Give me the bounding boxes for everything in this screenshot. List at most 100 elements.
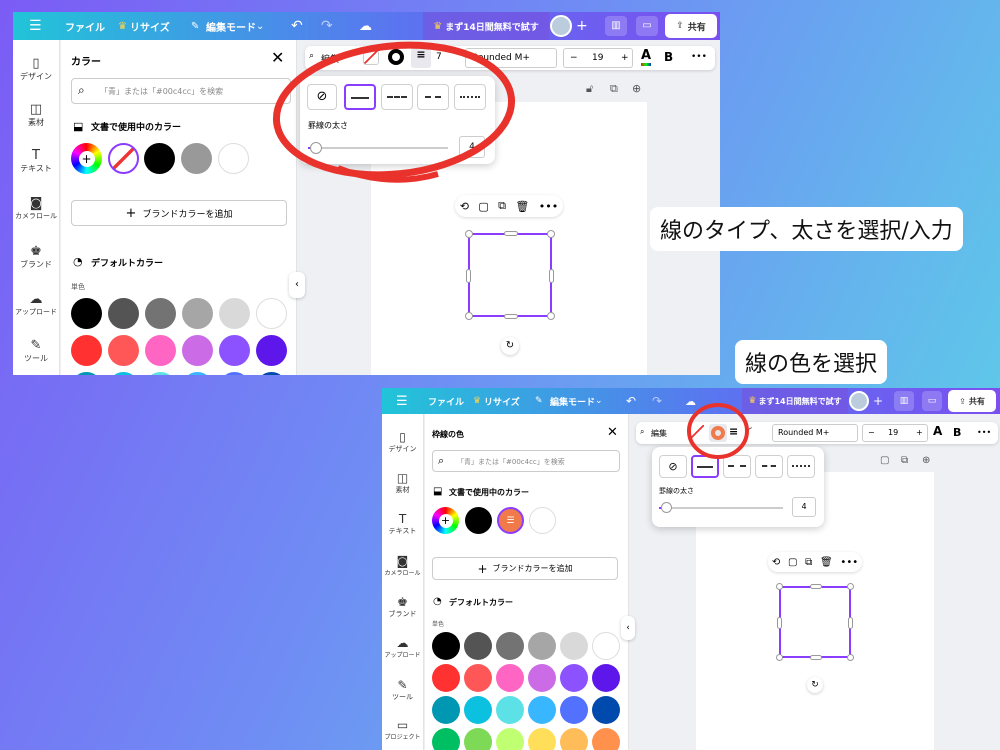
analytics-icon[interactable]: ▥ [894, 391, 914, 411]
font-size-stepper[interactable]: − 19 + [563, 48, 633, 68]
color-swatch[interactable] [592, 632, 620, 660]
sidebar-item-tool[interactable]: ✎ ツール [382, 678, 423, 702]
side-handle[interactable] [777, 617, 782, 629]
more-icon[interactable]: ••• [539, 200, 558, 213]
lock-icon[interactable]: ▢ [788, 557, 797, 568]
plus-icon[interactable]: + [621, 53, 629, 63]
rainbow-add-swatch[interactable]: + [71, 143, 102, 174]
color-swatch[interactable] [145, 335, 176, 366]
minus-icon[interactable]: − [570, 53, 578, 63]
side-handle[interactable] [466, 269, 471, 283]
color-swatch[interactable] [464, 728, 492, 750]
edit-mode-menu[interactable]: 編集モード [550, 395, 595, 408]
rotate-comment-icon[interactable]: ⟲ [460, 200, 469, 213]
share-button[interactable]: ⇪ 共有 [665, 14, 717, 38]
dotted-line-button[interactable] [787, 455, 815, 478]
edit-mode-menu[interactable]: 編集モード [206, 19, 256, 34]
color-swatch[interactable] [256, 335, 287, 366]
color-swatch[interactable] [71, 335, 102, 366]
color-swatch[interactable] [219, 372, 250, 375]
sidebar-item-upload[interactable]: ☁ アップロード [382, 636, 423, 659]
color-swatch[interactable] [145, 372, 176, 375]
color-swatch[interactable] [145, 298, 176, 329]
add-icon[interactable]: + [873, 394, 883, 408]
bold-button[interactable]: B [664, 50, 673, 64]
redo-icon[interactable]: ↷ [652, 394, 662, 408]
resize-handle[interactable] [547, 230, 555, 238]
color-swatch[interactable] [432, 664, 460, 692]
minus-icon[interactable]: − [868, 428, 875, 437]
color-swatch[interactable] [71, 298, 102, 329]
edit-icon[interactable]: ⌕ [640, 427, 644, 437]
rotate-handle[interactable]: ↻ [501, 337, 519, 355]
resize-handle[interactable] [847, 654, 854, 661]
search-input[interactable]: ⌕ 「青」または「#00c4cc」を検索 [432, 450, 620, 472]
resize-handle[interactable] [776, 583, 783, 590]
duplicate-icon[interactable]: ⧉ [498, 199, 506, 213]
font-size-value[interactable]: 19 [888, 428, 898, 437]
collapse-panel-handle[interactable]: ‹ [621, 616, 635, 640]
duplicate-icon[interactable]: ⧉ [901, 455, 908, 466]
close-icon[interactable]: ✕ [607, 425, 618, 440]
duplicate-icon[interactable]: ⧉ [805, 557, 812, 568]
color-swatch[interactable] [560, 632, 588, 660]
color-swatch[interactable] [560, 664, 588, 692]
sidebar-item-text[interactable]: T テキスト [382, 512, 423, 536]
plus-icon[interactable]: + [916, 428, 923, 437]
sidebar-item-tool[interactable]: ✎ ツール [13, 338, 59, 364]
lock-icon[interactable]: 🔓︎ [586, 82, 593, 96]
color-swatch[interactable] [464, 632, 492, 660]
sidebar-item-upload[interactable]: ☁ アップロード [13, 292, 59, 317]
trash-icon[interactable]: 🗑︎ [515, 200, 529, 213]
color-swatch[interactable] [496, 632, 524, 660]
selected-square[interactable] [465, 230, 555, 320]
color-swatch[interactable] [496, 664, 524, 692]
rotate-handle[interactable]: ↻ [807, 677, 823, 693]
comment-icon[interactable]: ▭ [922, 391, 942, 411]
lock-icon[interactable]: ▢ [880, 455, 889, 466]
analytics-icon[interactable]: ▥ [605, 16, 627, 36]
text-color-icon[interactable]: A [933, 424, 942, 438]
bold-button[interactable]: B [953, 426, 961, 439]
border-width-input[interactable]: 4 [792, 497, 816, 517]
resize-handle[interactable] [465, 312, 473, 320]
text-color-icon[interactable]: A [641, 48, 652, 66]
color-swatch[interactable] [219, 335, 250, 366]
color-swatch[interactable] [108, 335, 139, 366]
color-swatch[interactable] [71, 372, 102, 375]
trial-button[interactable]: ♛ まず14日間無料で試す [742, 388, 848, 414]
side-handle[interactable] [848, 617, 853, 629]
font-size-stepper[interactable]: − 19 + [862, 424, 928, 442]
color-swatch[interactable] [219, 298, 250, 329]
lock-icon[interactable]: ▢ [478, 200, 488, 213]
no-border-button[interactable]: ⊘ [659, 455, 687, 478]
sidebar-item-brand[interactable]: ♚ ブランド [13, 244, 59, 270]
sidebar-item-text[interactable]: T テキスト [13, 148, 59, 174]
avatar[interactable] [550, 15, 572, 37]
short-dash-button[interactable] [755, 455, 783, 478]
color-swatch[interactable] [529, 507, 556, 534]
sidebar-item-camera[interactable]: ◙ カメラロール [13, 196, 59, 221]
chevron-down-icon[interactable]: ⌄ [595, 396, 603, 406]
font-select[interactable]: Rounded M+ [772, 424, 858, 442]
selected-orange-swatch[interactable]: ☰ [497, 507, 524, 534]
more-icon[interactable]: ••• [977, 428, 991, 437]
color-swatch[interactable] [496, 728, 524, 750]
side-handle[interactable] [504, 314, 518, 319]
transparent-swatch[interactable] [108, 143, 139, 174]
more-icon[interactable]: ••• [691, 52, 707, 62]
resize-handle[interactable] [776, 654, 783, 661]
file-menu[interactable]: ファイル [428, 395, 464, 408]
resize-handle[interactable] [547, 312, 555, 320]
color-swatch[interactable] [528, 632, 556, 660]
add-brand-color-button[interactable]: + ブランドカラーを追加 [71, 200, 287, 226]
sidebar-item-brand[interactable]: ♚ ブランド [382, 595, 423, 619]
rotate-comment-icon[interactable]: ⟲ [772, 557, 780, 568]
search-input[interactable]: ⌕ 「青」または「#00c4cc」を検索 [71, 78, 291, 104]
more-icon[interactable]: ••• [840, 557, 858, 568]
color-swatch[interactable] [432, 632, 460, 660]
resize-handle[interactable] [847, 583, 854, 590]
redo-icon[interactable]: ↷ [321, 18, 333, 34]
sidebar-item-camera[interactable]: ◙ カメラロール [382, 554, 423, 577]
color-swatch[interactable] [496, 696, 524, 724]
